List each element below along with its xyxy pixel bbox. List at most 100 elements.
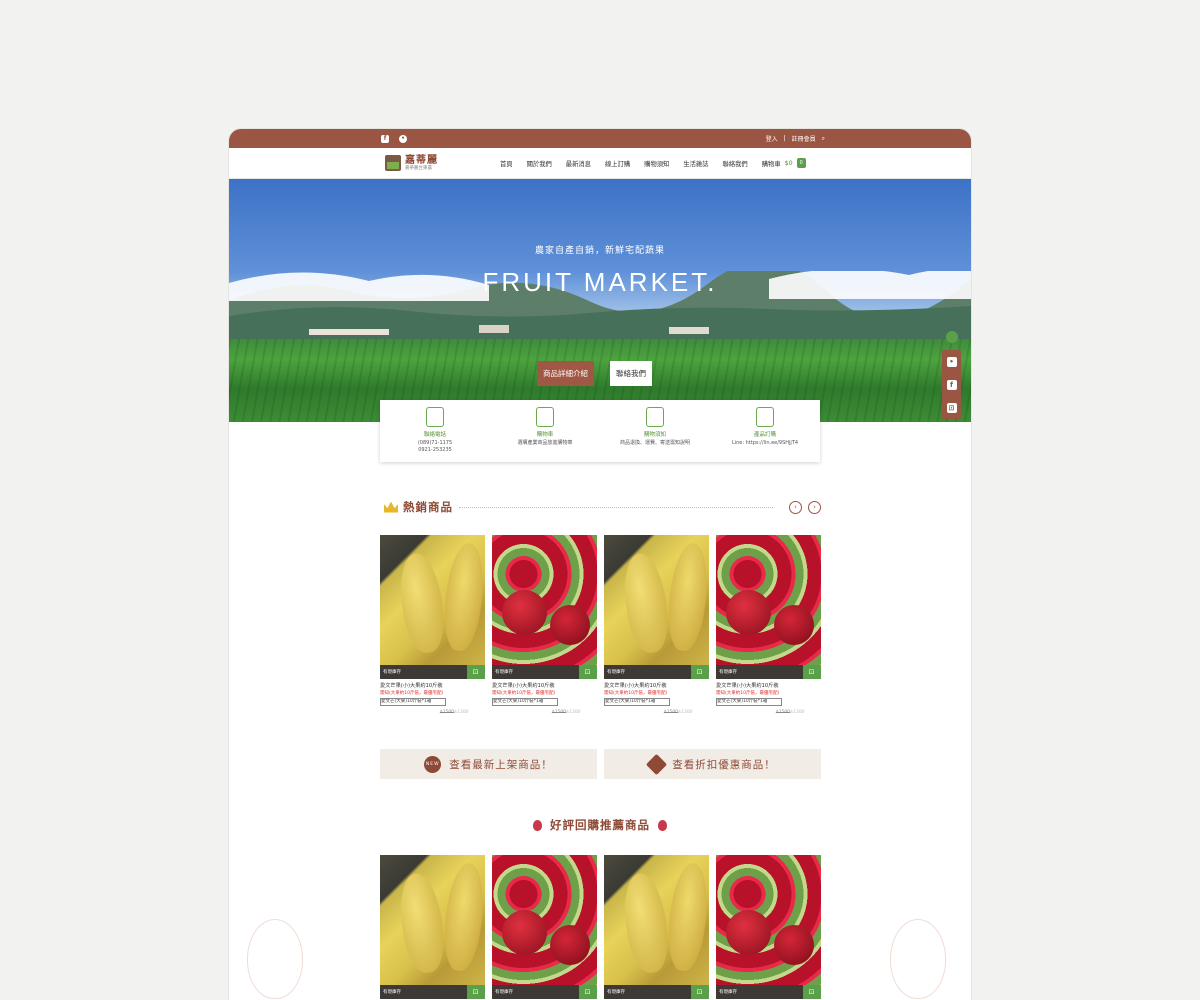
menu-item-news[interactable]: 最新消息: [566, 159, 591, 168]
fruit-icon: [658, 819, 667, 831]
line-icon[interactable]: •: [946, 356, 957, 367]
sale-price: $1300: [566, 710, 581, 715]
old-price: $1500: [551, 710, 567, 715]
product-card[interactable]: 有現庫存 ⊡: [604, 855, 709, 999]
info-cart[interactable]: 購物車 選購產業商品放進購物車: [490, 400, 600, 462]
old-price: $1500: [775, 710, 791, 715]
add-to-cart-button[interactable]: ⊡: [466, 985, 485, 999]
stock-bar: 有現庫存 ⊡: [492, 985, 597, 999]
product-note: 需知(大果約10斤裝，最優宅配): [604, 691, 668, 696]
product-card[interactable]: 有現庫存 ⊡ 愛文芒果(小)大果約10斤裝 需知(大果約10斤裝，最優宅配) 愛…: [604, 535, 709, 715]
product-option-select[interactable]: 愛文芒(大果)10斤裝*1箱: [492, 698, 558, 706]
old-price: $1500: [663, 710, 679, 715]
product-image[interactable]: [604, 535, 709, 665]
hot-section-header: 熱銷商品 ‹ ›: [384, 499, 821, 515]
menu-item-home[interactable]: 首頁: [500, 159, 513, 168]
add-to-cart-button[interactable]: ⊡: [466, 665, 485, 679]
info-text: 商品退換、運費、寄送需知說明: [619, 440, 690, 446]
info-text: 選購產業商品放進購物車: [517, 440, 573, 446]
facebook-icon[interactable]: f: [946, 379, 957, 390]
site-logo[interactable]: 嘉蒂麗 嘉蒂麗台東農: [385, 155, 438, 172]
product-card[interactable]: 有現庫存 ⊡: [716, 855, 821, 999]
cart-amount: $0: [784, 159, 793, 167]
product-card[interactable]: 有現庫存 ⊡ 愛文芒果(小)大果約10斤裝 需知(大果約10斤裝，最優宅配) 愛…: [380, 535, 485, 715]
cart-icon: [536, 407, 554, 427]
product-image[interactable]: [716, 535, 821, 665]
tag-icon: [646, 753, 668, 775]
product-image[interactable]: [380, 855, 485, 985]
product-name[interactable]: 愛文芒果(小)大果約10斤裝: [604, 682, 709, 689]
product-name[interactable]: 愛文芒果(小)大果約10斤裝: [716, 682, 821, 689]
product-card[interactable]: 有現庫存 ⊡ 愛文芒果(小)大果約10斤裝 需知(大果約10斤裝，最優宅配) 愛…: [716, 535, 821, 715]
main-navbar: 嘉蒂麗 嘉蒂麗台東農 首頁 關於我們 最新消息 線上訂購 購物須知 生活雜誌 聯…: [229, 148, 971, 179]
cart-icon[interactable]: ⊡: [946, 402, 957, 413]
stock-bar: 有現庫存 ⊡: [604, 985, 709, 999]
info-notice[interactable]: 購物須知 商品退換、運費、寄送需知說明: [600, 400, 710, 462]
product-option-select[interactable]: 愛文芒(大果)10斤裝*1箱: [604, 698, 670, 706]
stock-bar: 有現庫存 ⊡: [492, 665, 597, 679]
add-to-cart-button[interactable]: ⊡: [690, 665, 709, 679]
notice-icon: [646, 407, 664, 427]
top-bar: f • 登入 | 註冊會員 ⌕: [229, 129, 971, 148]
product-card[interactable]: 有現庫存 ⊡: [492, 855, 597, 999]
new-products-button[interactable]: NEW 查看最新上架商品！: [380, 749, 597, 779]
stock-label: 有現庫存: [495, 990, 513, 995]
recommend-section-header: 好評回購推薦商品: [229, 817, 971, 833]
line-icon[interactable]: •: [399, 134, 407, 143]
info-text: (089)71-1175 0921-253235: [417, 440, 453, 453]
menu-item-about[interactable]: 關於我們: [527, 159, 552, 168]
menu-item-magazine[interactable]: 生活雜誌: [683, 159, 708, 168]
stock-label: 有現庫存: [383, 670, 401, 675]
cart-label: 購物車: [761, 160, 781, 168]
stock-label: 有現庫存: [383, 990, 401, 995]
facebook-icon[interactable]: f: [381, 134, 389, 143]
product-card[interactable]: 有現庫存 ⊡ 愛文芒果(小)大果約10斤裝 需知(大果約10斤裝，最優宅配) 愛…: [492, 535, 597, 715]
recommend-section-title: 好評回購推薦商品: [550, 818, 650, 832]
add-to-cart-button[interactable]: ⊡: [690, 985, 709, 999]
pear-decoration-icon: [247, 919, 303, 999]
add-to-cart-button[interactable]: ⊡: [578, 985, 597, 999]
product-image[interactable]: [492, 535, 597, 665]
hot-section-title: 熱銷商品: [403, 500, 453, 514]
float-green-dot: [946, 331, 958, 343]
product-image[interactable]: [716, 855, 821, 985]
stock-bar: 有現庫存 ⊡: [604, 665, 709, 679]
product-image[interactable]: [492, 855, 597, 985]
register-link[interactable]: 註冊會員: [792, 134, 816, 143]
search-icon[interactable]: ⌕: [822, 135, 825, 143]
info-order[interactable]: 產品訂購 Line: https://lin.ee/9SHjjT4: [710, 400, 820, 462]
menu-item-order[interactable]: 線上訂購: [605, 159, 630, 168]
crown-icon: [384, 501, 398, 513]
product-note: 需知(大果約10斤裝，最優宅配): [492, 691, 556, 696]
hot-products-grid: 有現庫存 ⊡ 愛文芒果(小)大果約10斤裝 需知(大果約10斤裝，最優宅配) 愛…: [380, 535, 821, 715]
stock-label: 有現庫存: [607, 670, 625, 675]
sale-products-button[interactable]: 查看折扣優惠商品！: [604, 749, 821, 779]
new-products-label: 查看最新上架商品！: [449, 758, 553, 771]
info-label: 購物須知: [643, 432, 666, 438]
pear-decoration-icon: [890, 919, 946, 999]
contact-us-button[interactable]: 聯絡我們: [610, 361, 652, 386]
product-image[interactable]: [380, 535, 485, 665]
product-card[interactable]: 有現庫存 ⊡: [380, 855, 485, 999]
menu-item-notice[interactable]: 購物須知: [644, 159, 669, 168]
login-link[interactable]: 登入: [766, 134, 778, 143]
logo-title: 嘉蒂麗: [405, 154, 438, 166]
info-phone[interactable]: 聯絡電話 (089)71-1175 0921-253235: [380, 400, 490, 462]
add-to-cart-button[interactable]: ⊡: [802, 665, 821, 679]
divider: |: [783, 135, 786, 142]
phone-icon: [426, 407, 444, 427]
info-label: 購物車: [536, 432, 554, 438]
menu-item-contact[interactable]: 聯絡我們: [723, 159, 748, 168]
chevron-left-icon[interactable]: ‹: [789, 500, 802, 514]
add-to-cart-button[interactable]: ⊡: [578, 665, 597, 679]
chevron-right-icon[interactable]: ›: [808, 500, 821, 514]
product-option-select[interactable]: 愛文芒(大果)10斤裝*1箱: [380, 698, 446, 706]
product-detail-button[interactable]: 商品詳細介紹: [537, 361, 594, 386]
product-image[interactable]: [604, 855, 709, 985]
product-name[interactable]: 愛文芒果(小)大果約10斤裝: [380, 682, 485, 689]
product-option-select[interactable]: 愛文芒(大果)10斤裝*1箱: [716, 698, 782, 706]
product-name[interactable]: 愛文芒果(小)大果約10斤裝: [492, 682, 597, 689]
header-cart-link[interactable]: 購物車 $0 0: [762, 158, 806, 168]
add-to-cart-button[interactable]: ⊡: [802, 985, 821, 999]
stock-bar: 有現庫存 ⊡: [716, 985, 821, 999]
